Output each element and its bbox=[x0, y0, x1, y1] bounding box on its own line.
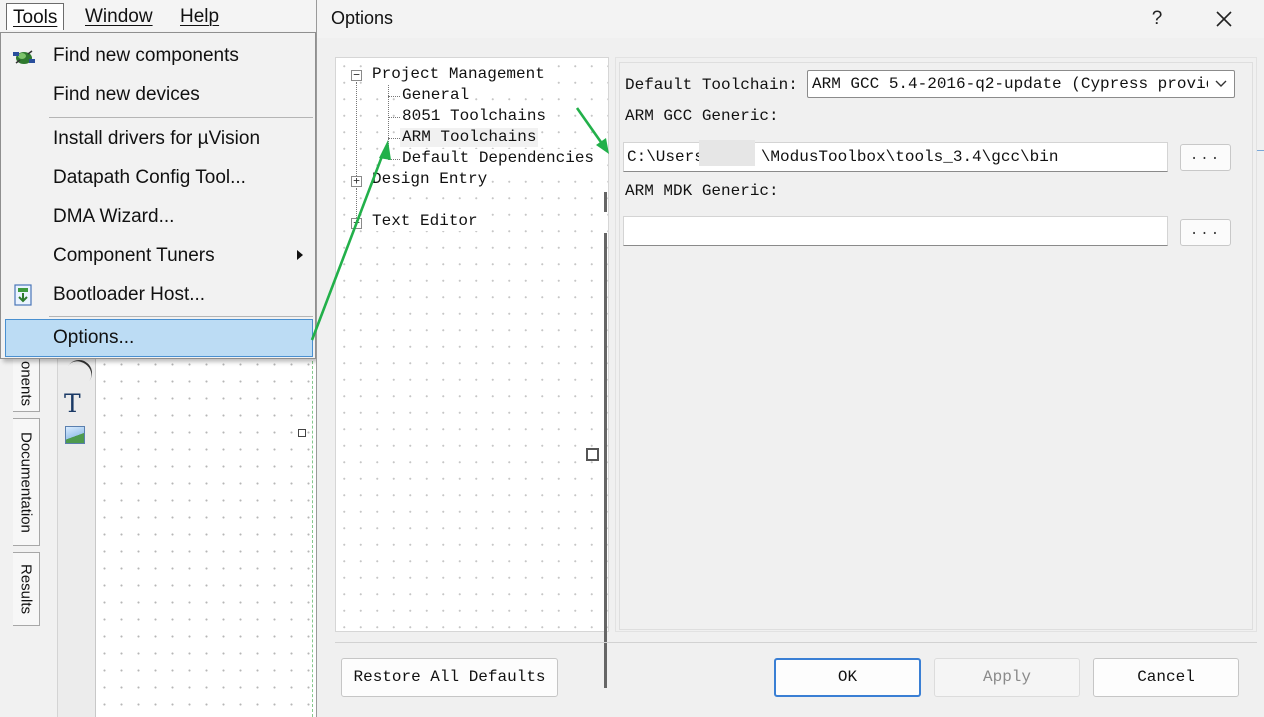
tree-connector bbox=[388, 117, 400, 118]
restore-all-defaults-button[interactable]: Restore All Defaults bbox=[341, 658, 558, 697]
arm-mdk-path-input[interactable] bbox=[623, 216, 1168, 246]
expand-toggle-icon[interactable]: + bbox=[351, 175, 362, 187]
ok-button[interactable]: OK bbox=[774, 658, 921, 697]
redacted-username bbox=[699, 140, 755, 166]
menu-separator bbox=[49, 316, 313, 317]
tab-documentation[interactable]: Documentation bbox=[13, 418, 40, 546]
default-toolchain-label: Default Toolchain: bbox=[625, 76, 798, 94]
canvas-resize-handle[interactable] bbox=[298, 429, 306, 437]
tree-connector bbox=[356, 82, 357, 186]
menu-help[interactable]: Help bbox=[174, 3, 225, 30]
tree-connector bbox=[388, 138, 400, 139]
divider bbox=[1257, 150, 1264, 151]
help-button[interactable]: ? bbox=[1145, 6, 1169, 32]
canvas-border-segment bbox=[604, 192, 607, 212]
tools-dropdown-menu: Find new components Find new devices Ins… bbox=[0, 32, 316, 359]
submenu-arrow-icon bbox=[297, 250, 303, 260]
path-suffix: \ModusToolbox\tools_3.4\gcc\bin bbox=[760, 148, 1059, 166]
menu-item-find-new-components[interactable]: Find new components bbox=[3, 37, 313, 74]
tree-item-text-editor[interactable]: Text Editor bbox=[370, 212, 480, 231]
tree-connector bbox=[388, 80, 389, 156]
footer-divider bbox=[335, 642, 1257, 643]
tree-connector bbox=[388, 96, 400, 97]
text-tool-icon[interactable]: T bbox=[64, 389, 81, 418]
expand-toggle-icon[interactable]: + bbox=[351, 217, 362, 229]
arm-mdk-generic-label: ARM MDK Generic: bbox=[625, 182, 779, 200]
menu-tools[interactable]: Tools bbox=[6, 3, 65, 30]
tree-item-project-management[interactable]: Project Management bbox=[370, 65, 547, 84]
default-toolchain-value: ARM GCC 5.4-2016-q2-update (Cypress prov… bbox=[812, 75, 1208, 93]
arm-gcc-generic-label: ARM GCC Generic: bbox=[625, 107, 779, 125]
dialog-title: Options bbox=[331, 8, 394, 28]
path-prefix: C:\Users bbox=[627, 148, 704, 166]
options-tree[interactable]: − Project Management General 8051 Toolch… bbox=[335, 57, 609, 688]
menubar: Tools Window Help bbox=[0, 0, 316, 33]
menu-item-bootloader-host[interactable]: Bootloader Host... bbox=[3, 276, 313, 313]
image-tool-icon[interactable] bbox=[65, 426, 85, 444]
menu-item-options[interactable]: Options... bbox=[5, 319, 313, 357]
arm-gcc-browse-button[interactable]: ... bbox=[1180, 144, 1231, 171]
menu-item-install-drivers[interactable]: Install drivers for µVision bbox=[3, 120, 313, 157]
canvas-border bbox=[312, 356, 313, 717]
menu-item-component-tuners[interactable]: Component Tuners bbox=[3, 237, 313, 274]
canvas-resize-handle[interactable] bbox=[586, 448, 599, 461]
menu-item-find-new-devices[interactable]: Find new devices bbox=[3, 76, 313, 113]
chevron-down-icon bbox=[1215, 80, 1227, 87]
menu-separator bbox=[49, 117, 313, 118]
tree-item-general[interactable]: General bbox=[400, 86, 472, 105]
component-bug-icon bbox=[13, 50, 35, 64]
tree-item-default-dependencies[interactable]: Default Dependencies bbox=[400, 149, 597, 168]
apply-button[interactable]: Apply bbox=[934, 658, 1080, 697]
dialog-titlebar[interactable]: Options ? bbox=[317, 0, 1264, 38]
menu-item-dma-wizard[interactable]: DMA Wizard... bbox=[3, 198, 313, 235]
canvas-border-segment bbox=[604, 233, 607, 688]
collapse-toggle-icon[interactable]: − bbox=[351, 69, 362, 81]
tab-results[interactable]: Results bbox=[13, 552, 40, 626]
tab-components[interactable]: onents bbox=[13, 356, 40, 412]
close-icon[interactable] bbox=[1209, 4, 1239, 34]
tree-item-arm-toolchains[interactable]: ARM Toolchains bbox=[400, 128, 539, 147]
menu-window[interactable]: Window bbox=[79, 3, 159, 30]
tree-item-design-entry[interactable]: Design Entry bbox=[370, 170, 490, 189]
schematic-canvas[interactable] bbox=[96, 356, 314, 717]
arm-mdk-browse-button[interactable]: ... bbox=[1180, 219, 1231, 246]
menu-item-datapath-config-tool[interactable]: Datapath Config Tool... bbox=[3, 159, 313, 196]
options-dialog: Options ? − Project Management General 8… bbox=[316, 0, 1264, 717]
bootloader-icon bbox=[14, 284, 32, 306]
default-toolchain-select[interactable]: ARM GCC 5.4-2016-q2-update (Cypress prov… bbox=[807, 70, 1235, 98]
cancel-button[interactable]: Cancel bbox=[1093, 658, 1239, 697]
tree-item-8051-toolchains[interactable]: 8051 Toolchains bbox=[400, 107, 549, 126]
tree-connector bbox=[388, 159, 400, 160]
